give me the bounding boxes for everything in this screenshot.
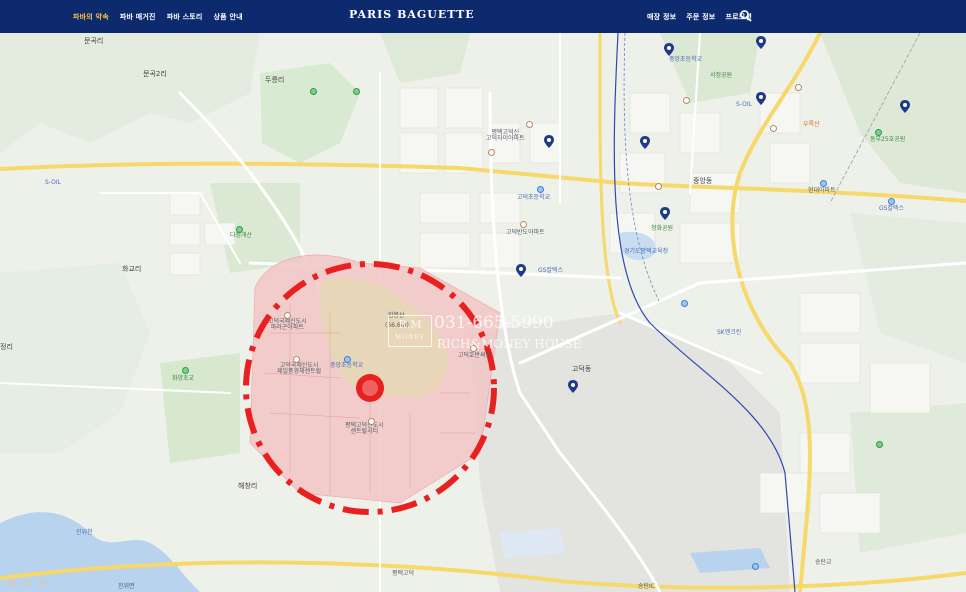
- store-pin-icon[interactable]: [756, 92, 766, 105]
- place-label: 고덕동: [572, 365, 592, 373]
- place-label: GS칼텍스: [879, 205, 905, 212]
- nav-item-story[interactable]: 파바 스토리: [167, 12, 203, 22]
- place-label: 평택고덕신도시 센트럴시티: [345, 422, 384, 436]
- nav-item-products[interactable]: 상품 안내: [214, 12, 243, 22]
- poi-marker[interactable]: [293, 356, 300, 363]
- map-view[interactable]: 문곡리 문곡2리 두릉리 S-OIL 화교리 정리 해창리 고덕동 중앙동 다정…: [0, 33, 966, 592]
- place-label: 중앙초등학교: [330, 362, 364, 369]
- place-label: 고덕국제신도시 제일풍경채센트럴: [277, 362, 322, 376]
- nav-right-menu: 매장 정보 주문 정보 프로모션: [647, 0, 752, 33]
- poi-marker[interactable]: [520, 221, 527, 228]
- watermark-phone: 031-665-5990: [434, 313, 554, 333]
- place-label: 우륵산: [803, 121, 820, 128]
- place-label: 고덕초등학교: [517, 194, 551, 201]
- place-label: 중앙초등학교: [669, 56, 703, 63]
- poi-marker[interactable]: [655, 183, 662, 190]
- place-label: 진위천: [76, 529, 93, 536]
- store-pin-icon[interactable]: [568, 380, 578, 393]
- store-pin-icon[interactable]: [900, 100, 910, 113]
- nav-item-stores[interactable]: 매장 정보: [647, 12, 676, 22]
- place-label: 화교리: [122, 265, 142, 273]
- watermark-logo: R.M MONEY: [388, 315, 432, 347]
- top-navigation-bar: 파바의 약속 파바 매거진 파바 스토리 상품 안내 PARIS BAGUETT…: [0, 0, 966, 33]
- place-label: 정리: [0, 343, 13, 351]
- place-label: 송탄IC: [638, 583, 655, 590]
- place-label: 동부25호공원: [870, 136, 906, 143]
- store-pin-icon[interactable]: [544, 135, 554, 148]
- place-label: 서정공원: [710, 72, 733, 79]
- place-label: S-OIL: [45, 179, 61, 186]
- poi-marker-green[interactable]: [310, 88, 317, 95]
- search-icon[interactable]: [739, 9, 753, 23]
- place-label: 평택고덕: [392, 570, 415, 577]
- nav-item-promise[interactable]: 파바의 약속: [73, 12, 109, 22]
- poi-marker[interactable]: [368, 418, 375, 425]
- place-label: 현대아파트: [808, 187, 836, 194]
- place-label: 다정개산: [230, 232, 253, 239]
- store-pin-icon[interactable]: [660, 207, 670, 220]
- poi-marker[interactable]: [770, 125, 777, 132]
- nav-left-menu: 파바의 약속 파바 매거진 파바 스토리 상품 안내: [73, 0, 243, 33]
- poi-marker-green[interactable]: [876, 441, 883, 448]
- store-pin-icon[interactable]: [516, 264, 526, 277]
- poi-marker-blue[interactable]: [820, 180, 827, 187]
- poi-marker-blue[interactable]: [888, 198, 895, 205]
- place-label: 진위면: [118, 583, 135, 590]
- nav-item-magazine[interactable]: 파바 매거진: [120, 12, 156, 22]
- poi-marker-blue[interactable]: [752, 563, 759, 570]
- place-label: 문곡2리: [143, 70, 167, 78]
- place-label: S-OIL: [736, 101, 752, 108]
- place-label: 해창리: [238, 482, 258, 490]
- place-label: 고덕반도아파트: [506, 229, 545, 236]
- place-label: 청화공원: [651, 225, 674, 232]
- poi-marker-green[interactable]: [182, 367, 189, 374]
- poi-marker[interactable]: [683, 97, 690, 104]
- poi-marker[interactable]: [284, 312, 291, 319]
- store-pin-icon[interactable]: [664, 43, 674, 56]
- brand-logo[interactable]: PARIS BAGUETTE: [349, 8, 475, 21]
- poi-marker-green[interactable]: [236, 226, 243, 233]
- place-label: 평택고덕신 고덕자이아파트: [486, 129, 525, 143]
- place-label: 고덕호반써밋: [458, 352, 492, 359]
- store-pin-icon[interactable]: [756, 36, 766, 49]
- place-label: 문곡리: [84, 37, 104, 45]
- place-label: SK엔크린: [717, 329, 742, 336]
- poi-marker-green[interactable]: [353, 88, 360, 95]
- poi-marker-blue[interactable]: [537, 186, 544, 193]
- poi-marker[interactable]: [795, 84, 802, 91]
- place-label: 경기도평택교육청: [624, 248, 669, 255]
- place-label: 두릉리: [265, 76, 285, 84]
- place-label: 중앙동: [693, 177, 713, 185]
- poi-marker-blue[interactable]: [344, 356, 351, 363]
- nav-item-order[interactable]: 주문 정보: [686, 12, 715, 22]
- place-label: 화양초교: [172, 375, 195, 382]
- place-label: 송탄교: [815, 559, 832, 566]
- poi-marker-green[interactable]: [875, 129, 882, 136]
- place-label: GS칼텍스: [538, 267, 564, 274]
- store-pin-icon[interactable]: [640, 136, 650, 149]
- place-label: 고덕국제신도시 파라곤아파트: [268, 318, 307, 332]
- poi-marker-blue[interactable]: [681, 300, 688, 307]
- poi-marker[interactable]: [526, 121, 533, 128]
- watermark-name: RICH&MONEY HOUSE: [437, 337, 582, 351]
- poi-marker[interactable]: [488, 149, 495, 156]
